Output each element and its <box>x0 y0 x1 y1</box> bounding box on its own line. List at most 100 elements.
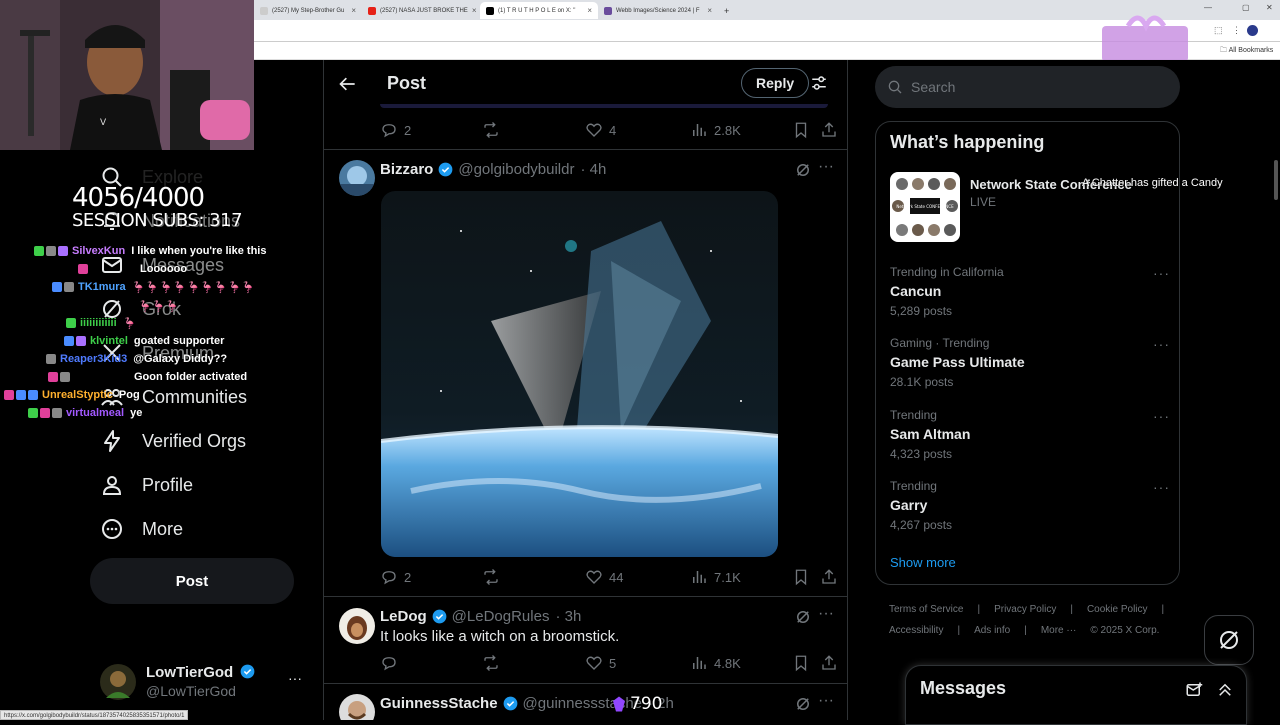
tab-close-icon[interactable]: × <box>472 6 477 15</box>
bits-icon <box>613 696 625 712</box>
trend-item[interactable]: Gaming · Trending Game Pass Ultimate 28.… <box>890 336 1170 389</box>
tab-close-icon[interactable]: × <box>707 6 712 15</box>
more-link[interactable]: More ··· <box>1041 625 1077 636</box>
verified-badge-icon <box>503 696 517 711</box>
cookie-link[interactable]: Cookie Policy <box>1087 604 1148 615</box>
share-icon[interactable] <box>820 121 838 139</box>
author-handle[interactable]: @LeDogRules <box>452 608 550 625</box>
status-url: https://x.com/golgibodybuildr/status/187… <box>0 710 189 720</box>
reply-action[interactable]: 2 <box>380 568 411 586</box>
browser-tab[interactable]: Webb Images/Science 2024 | F × <box>598 2 718 19</box>
search-box[interactable] <box>875 66 1180 108</box>
scrollbar-thumb[interactable] <box>1274 160 1278 200</box>
more-options-icon[interactable]: ··· <box>1153 408 1170 424</box>
account-switcher[interactable]: LowTierGod @LowTierGod ··· <box>100 658 322 708</box>
copyright: © 2025 X Corp. <box>1090 625 1160 636</box>
nav-more[interactable]: More <box>100 511 183 547</box>
maximize-icon[interactable]: ▢ <box>1242 3 1250 12</box>
grok-icon <box>1220 631 1238 649</box>
share-icon[interactable] <box>820 568 838 586</box>
messages-drawer[interactable]: Messages <box>905 665 1247 725</box>
bookmark-icon[interactable] <box>792 568 810 586</box>
author-name[interactable]: LeDog <box>380 608 427 625</box>
share-icon[interactable] <box>820 654 838 672</box>
show-more-link[interactable]: Show more <box>890 555 956 570</box>
search-input[interactable] <box>911 79 1151 95</box>
like-action[interactable]: 4 <box>585 121 616 139</box>
all-bookmarks-link[interactable]: 🗀 All Bookmarks <box>1220 46 1273 57</box>
sliders-icon[interactable] <box>810 74 828 92</box>
retweet-action[interactable] <box>482 568 500 586</box>
views-action[interactable]: 2.8K <box>690 121 741 139</box>
bookmark-icon[interactable] <box>792 121 810 139</box>
chat-badges <box>64 336 86 346</box>
chat-username: virtualmeal <box>66 407 125 419</box>
views-action[interactable]: 7.1K <box>690 568 741 586</box>
author-name[interactable]: GuinnessStache <box>380 695 498 712</box>
more-options-icon[interactable]: ··· <box>818 692 834 710</box>
browser-tab[interactable]: (2527) My Step-Brother Gu × <box>254 2 362 19</box>
privacy-link[interactable]: Privacy Policy <box>994 604 1056 615</box>
nav-verified-orgs[interactable]: Verified Orgs <box>100 423 246 459</box>
scrollbar-track[interactable] <box>1272 60 1280 720</box>
retweet-icon <box>484 569 498 585</box>
nav-profile[interactable]: Profile <box>100 467 193 503</box>
tweet-header: LeDog @LeDogRules · 3h <box>380 608 581 625</box>
more-options-icon[interactable]: ··· <box>818 605 834 623</box>
trend-item[interactable]: Trending in California Cancun 5,289 post… <box>890 265 1170 318</box>
author-name[interactable]: Bizzaro <box>380 161 433 178</box>
new-message-icon[interactable] <box>1185 681 1203 699</box>
tweet-actions: 5 4.8K <box>380 654 840 674</box>
tab-close-icon[interactable]: × <box>587 6 592 15</box>
browser-tab[interactable]: (2527) NASA JUST BROKE THE × <box>362 2 480 19</box>
reply-action[interactable]: 2 <box>380 121 411 139</box>
chat-line: Reaper3Kid3 @Galaxy Diddy?? <box>46 350 227 368</box>
reply-action[interactable] <box>380 654 398 672</box>
retweet-action[interactable] <box>482 654 500 672</box>
ads-info-link[interactable]: Ads info <box>974 625 1010 636</box>
chat-badges <box>66 318 76 328</box>
grok-icon[interactable] <box>794 608 812 626</box>
terms-link[interactable]: Terms of Service <box>889 604 963 615</box>
grok-fab-button[interactable] <box>1204 615 1254 665</box>
verified-badge-icon <box>241 664 255 679</box>
timestamp[interactable]: · 4h <box>580 161 606 178</box>
divider <box>324 149 847 150</box>
heart-icon <box>586 123 602 137</box>
timestamp[interactable]: · 3h <box>555 608 581 625</box>
author-handle[interactable]: @golgibodybuildr <box>458 161 574 178</box>
extension-icon[interactable]: ⬚ <box>1214 25 1223 36</box>
new-tab-button[interactable]: + <box>718 2 738 19</box>
trend-item[interactable]: Trending Sam Altman 4,323 posts ··· <box>890 408 1170 461</box>
close-window-icon[interactable]: ✕ <box>1266 3 1273 12</box>
post-button[interactable]: Post <box>90 558 294 604</box>
grok-icon[interactable] <box>794 161 812 179</box>
person-icon <box>102 476 122 495</box>
more-options-icon[interactable]: ··· <box>1153 479 1170 495</box>
browser-tab-active[interactable]: (1) T R U T H P O L E on X: " × <box>480 2 598 19</box>
chat-message: 🦩🦩🦩🦩🦩🦩🦩🦩🦩 <box>131 281 255 294</box>
back-arrow-icon[interactable] <box>338 74 358 94</box>
menu-icon[interactable]: ⋮ <box>1232 25 1241 36</box>
heart-icon <box>586 656 602 670</box>
grok-icon[interactable] <box>794 695 812 713</box>
minimize-icon[interactable]: — <box>1204 3 1212 12</box>
tweet-media-image[interactable] <box>381 191 778 557</box>
views-action[interactable]: 4.8K <box>690 654 741 672</box>
chat-line: Loooooo <box>78 260 187 278</box>
account-more-icon[interactable]: ··· <box>288 670 302 686</box>
chevron-up-icon[interactable] <box>1216 681 1234 699</box>
tab-close-icon[interactable]: × <box>351 6 356 15</box>
bookmark-icon[interactable] <box>792 654 810 672</box>
more-options-icon[interactable]: ··· <box>1153 336 1170 352</box>
like-action[interactable]: 5 <box>585 654 616 672</box>
profile-avatar[interactable] <box>1247 25 1258 36</box>
trend-item[interactable]: Trending Garry 4,267 posts ··· <box>890 479 1170 532</box>
accessibility-link[interactable]: Accessibility <box>889 625 943 636</box>
reply-button[interactable]: Reply <box>741 68 810 98</box>
retweet-action[interactable] <box>482 121 500 139</box>
more-options-icon[interactable]: ··· <box>1153 265 1170 281</box>
messages-title: Messages <box>920 678 1007 698</box>
more-options-icon[interactable]: ··· <box>818 158 834 176</box>
like-action[interactable]: 44 <box>585 568 623 586</box>
